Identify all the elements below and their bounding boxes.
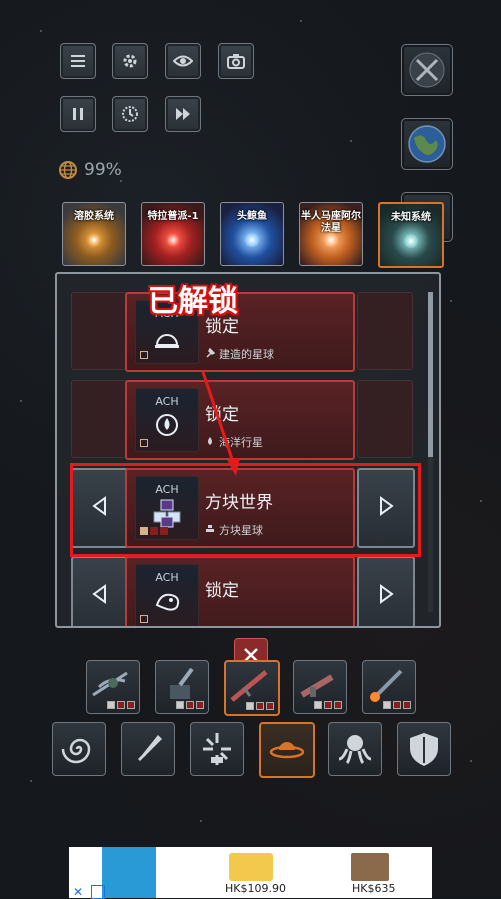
ad-price-1: HK$109.90 bbox=[225, 882, 286, 895]
burst-icon bbox=[203, 733, 231, 765]
octopus-icon bbox=[338, 735, 372, 765]
ad-close-icon[interactable]: ✕ bbox=[73, 885, 83, 899]
saucer-icon bbox=[269, 742, 305, 759]
ad-eshop-logo bbox=[102, 847, 156, 898]
level-dots bbox=[176, 701, 204, 709]
category-tab[interactable] bbox=[121, 722, 175, 776]
weapon-slot[interactable] bbox=[86, 660, 140, 714]
shield-icon bbox=[410, 733, 438, 766]
weapon-slot[interactable] bbox=[293, 660, 347, 714]
category-tab[interactable] bbox=[328, 722, 382, 776]
dagger-icon bbox=[138, 735, 162, 761]
category-tab[interactable] bbox=[259, 722, 315, 778]
spiral-icon bbox=[61, 738, 91, 764]
category-tab[interactable] bbox=[190, 722, 244, 776]
category-tab[interactable] bbox=[397, 722, 451, 776]
level-dots bbox=[383, 701, 411, 709]
ad-price-2: HK$635 bbox=[352, 882, 396, 895]
level-dots bbox=[314, 701, 342, 709]
ad-product-image-2 bbox=[351, 853, 389, 881]
weapon-slot[interactable] bbox=[362, 660, 416, 714]
level-dots bbox=[246, 702, 274, 710]
ad-choices-icon[interactable] bbox=[91, 885, 105, 899]
ad-banner[interactable]: HK$109.90 HK$635 ✕ bbox=[69, 847, 432, 899]
level-dots bbox=[107, 701, 135, 709]
weapon-slot[interactable] bbox=[155, 660, 209, 714]
weapon-slot[interactable] bbox=[224, 660, 280, 716]
annotation-label: 已解锁 bbox=[148, 284, 238, 319]
ad-product-image bbox=[229, 853, 273, 881]
category-tab[interactable] bbox=[52, 722, 106, 776]
